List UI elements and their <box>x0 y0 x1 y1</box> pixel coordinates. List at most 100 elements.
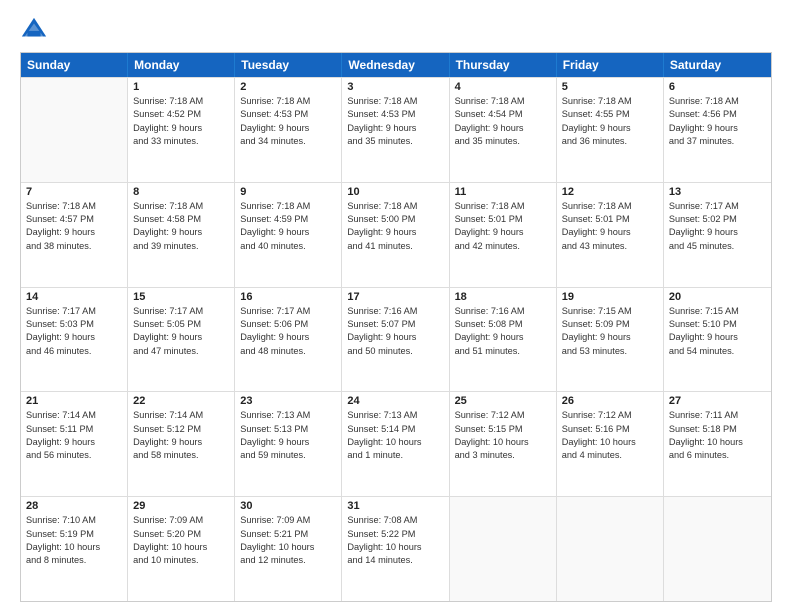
cell-line: and 59 minutes. <box>240 449 336 462</box>
calendar-cell: 7Sunrise: 7:18 AMSunset: 4:57 PMDaylight… <box>21 183 128 287</box>
day-number: 6 <box>669 81 766 93</box>
cell-line: Daylight: 9 hours <box>240 436 336 449</box>
header-day-sunday: Sunday <box>21 53 128 77</box>
cell-line: Sunset: 5:13 PM <box>240 423 336 436</box>
cell-line: and 33 minutes. <box>133 135 229 148</box>
cell-line: Sunset: 5:01 PM <box>562 213 658 226</box>
calendar-cell: 13Sunrise: 7:17 AMSunset: 5:02 PMDayligh… <box>664 183 771 287</box>
cell-line: Daylight: 10 hours <box>26 541 122 554</box>
cell-line: Sunrise: 7:10 AM <box>26 514 122 527</box>
day-number: 16 <box>240 291 336 303</box>
calendar-cell <box>450 497 557 601</box>
cell-line: Sunset: 5:08 PM <box>455 318 551 331</box>
cell-line: Sunrise: 7:18 AM <box>240 200 336 213</box>
cell-line: Sunrise: 7:17 AM <box>133 305 229 318</box>
cell-line: Sunrise: 7:17 AM <box>26 305 122 318</box>
cell-line: Sunset: 4:54 PM <box>455 108 551 121</box>
cell-line: Sunrise: 7:11 AM <box>669 409 766 422</box>
cell-line: Sunset: 5:16 PM <box>562 423 658 436</box>
day-number: 19 <box>562 291 658 303</box>
calendar-cell: 14Sunrise: 7:17 AMSunset: 5:03 PMDayligh… <box>21 288 128 392</box>
cell-line: Sunset: 5:12 PM <box>133 423 229 436</box>
cell-line: Sunrise: 7:16 AM <box>347 305 443 318</box>
cell-line: Daylight: 9 hours <box>669 226 766 239</box>
calendar-cell: 24Sunrise: 7:13 AMSunset: 5:14 PMDayligh… <box>342 392 449 496</box>
cell-line: Sunset: 4:55 PM <box>562 108 658 121</box>
cell-line: and 43 minutes. <box>562 240 658 253</box>
cell-line: Daylight: 9 hours <box>562 226 658 239</box>
cell-line: and 39 minutes. <box>133 240 229 253</box>
cell-line: Daylight: 9 hours <box>240 331 336 344</box>
calendar-cell: 16 Sunrise: 7:17 AMSunset: 5:06 PMDayligh… <box>235 288 342 392</box>
calendar: SundayMondayTuesdayWednesdayThursdayFrid… <box>20 52 772 602</box>
header-day-tuesday: Tuesday <box>235 53 342 77</box>
cell-line: Sunrise: 7:18 AM <box>133 95 229 108</box>
cell-line: Daylight: 10 hours <box>240 541 336 554</box>
day-number: 15 <box>133 291 229 303</box>
cell-line: Sunrise: 7:16 AM <box>455 305 551 318</box>
calendar-cell: 23Sunrise: 7:13 AMSunset: 5:13 PMDayligh… <box>235 392 342 496</box>
cell-line: Sunrise: 7:15 AM <box>669 305 766 318</box>
cell-line: Daylight: 10 hours <box>347 541 443 554</box>
cell-line: Daylight: 9 hours <box>669 122 766 135</box>
cell-line: Sunrise: 7:18 AM <box>562 95 658 108</box>
cell-line: Sunrise: 7:17 AM <box>669 200 766 213</box>
calendar-cell: 22Sunrise: 7:14 AMSunset: 5:12 PMDayligh… <box>128 392 235 496</box>
calendar-cell: 2Sunrise: 7:18 AMSunset: 4:53 PMDaylight… <box>235 78 342 182</box>
cell-line: Sunrise: 7:09 AM <box>133 514 229 527</box>
cell-line: Daylight: 9 hours <box>562 122 658 135</box>
cell-line: and 46 minutes. <box>26 345 122 358</box>
day-number: 4 <box>455 81 551 93</box>
cell-line: Sunset: 5:11 PM <box>26 423 122 436</box>
calendar-cell: 10Sunrise: 7:18 AMSunset: 5:00 PMDayligh… <box>342 183 449 287</box>
day-number: 18 <box>455 291 551 303</box>
cell-line: Sunset: 5:21 PM <box>240 528 336 541</box>
cell-line: Daylight: 10 hours <box>455 436 551 449</box>
cell-line: and 41 minutes. <box>347 240 443 253</box>
cell-line: Daylight: 9 hours <box>26 331 122 344</box>
day-number: 31 <box>347 500 443 512</box>
calendar-cell <box>664 497 771 601</box>
day-number: 25 <box>455 395 551 407</box>
calendar-cell: 26Sunrise: 7:12 AMSunset: 5:16 PMDayligh… <box>557 392 664 496</box>
header <box>20 16 772 44</box>
cell-line: and 3 minutes. <box>455 449 551 462</box>
day-number: 24 <box>347 395 443 407</box>
calendar-cell: 21Sunrise: 7:14 AMSunset: 5:11 PMDayligh… <box>21 392 128 496</box>
cell-line: and 58 minutes. <box>133 449 229 462</box>
day-number: 10 <box>347 186 443 198</box>
cell-line: Sunset: 4:58 PM <box>133 213 229 226</box>
cell-line: Sunrise: 7:12 AM <box>562 409 658 422</box>
cell-line: and 42 minutes. <box>455 240 551 253</box>
cell-line: Sunset: 4:53 PM <box>240 108 336 121</box>
cell-line: Sunrise: 7:18 AM <box>240 95 336 108</box>
cell-line: Sunset: 5:19 PM <box>26 528 122 541</box>
cell-line: Sunset: 5:20 PM <box>133 528 229 541</box>
cell-line: Daylight: 9 hours <box>133 122 229 135</box>
cell-line: Daylight: 9 hours <box>133 331 229 344</box>
header-day-wednesday: Wednesday <box>342 53 449 77</box>
cell-line: Sunrise: 7:18 AM <box>347 95 443 108</box>
day-number: 1 <box>133 81 229 93</box>
cell-line: Sunset: 4:59 PM <box>240 213 336 226</box>
day-number: 5 <box>562 81 658 93</box>
cell-line: Daylight: 9 hours <box>26 436 122 449</box>
cell-line: Daylight: 9 hours <box>455 122 551 135</box>
cell-line: and 51 minutes. <box>455 345 551 358</box>
cell-line: Sunrise: 7:13 AM <box>347 409 443 422</box>
cell-line: Sunrise: 7:12 AM <box>455 409 551 422</box>
cell-line: Daylight: 9 hours <box>26 226 122 239</box>
cell-line: and 35 minutes. <box>455 135 551 148</box>
cell-line: and 36 minutes. <box>562 135 658 148</box>
cell-line: Sunrise: 7:14 AM <box>133 409 229 422</box>
day-number: 29 <box>133 500 229 512</box>
cell-line: Sunrise: 7:17 AM <box>240 305 336 318</box>
calendar-week-2: 7Sunrise: 7:18 AMSunset: 4:57 PMDaylight… <box>21 182 771 287</box>
cell-line: Sunset: 5:14 PM <box>347 423 443 436</box>
logo <box>20 16 52 44</box>
cell-line: Sunrise: 7:18 AM <box>133 200 229 213</box>
cell-line: Sunset: 5:06 PM <box>240 318 336 331</box>
calendar-body: 1Sunrise: 7:18 AMSunset: 4:52 PMDaylight… <box>21 77 771 601</box>
calendar-cell: 20Sunrise: 7:15 AMSunset: 5:10 PMDayligh… <box>664 288 771 392</box>
calendar-cell: 9Sunrise: 7:18 AMSunset: 4:59 PMDaylight… <box>235 183 342 287</box>
